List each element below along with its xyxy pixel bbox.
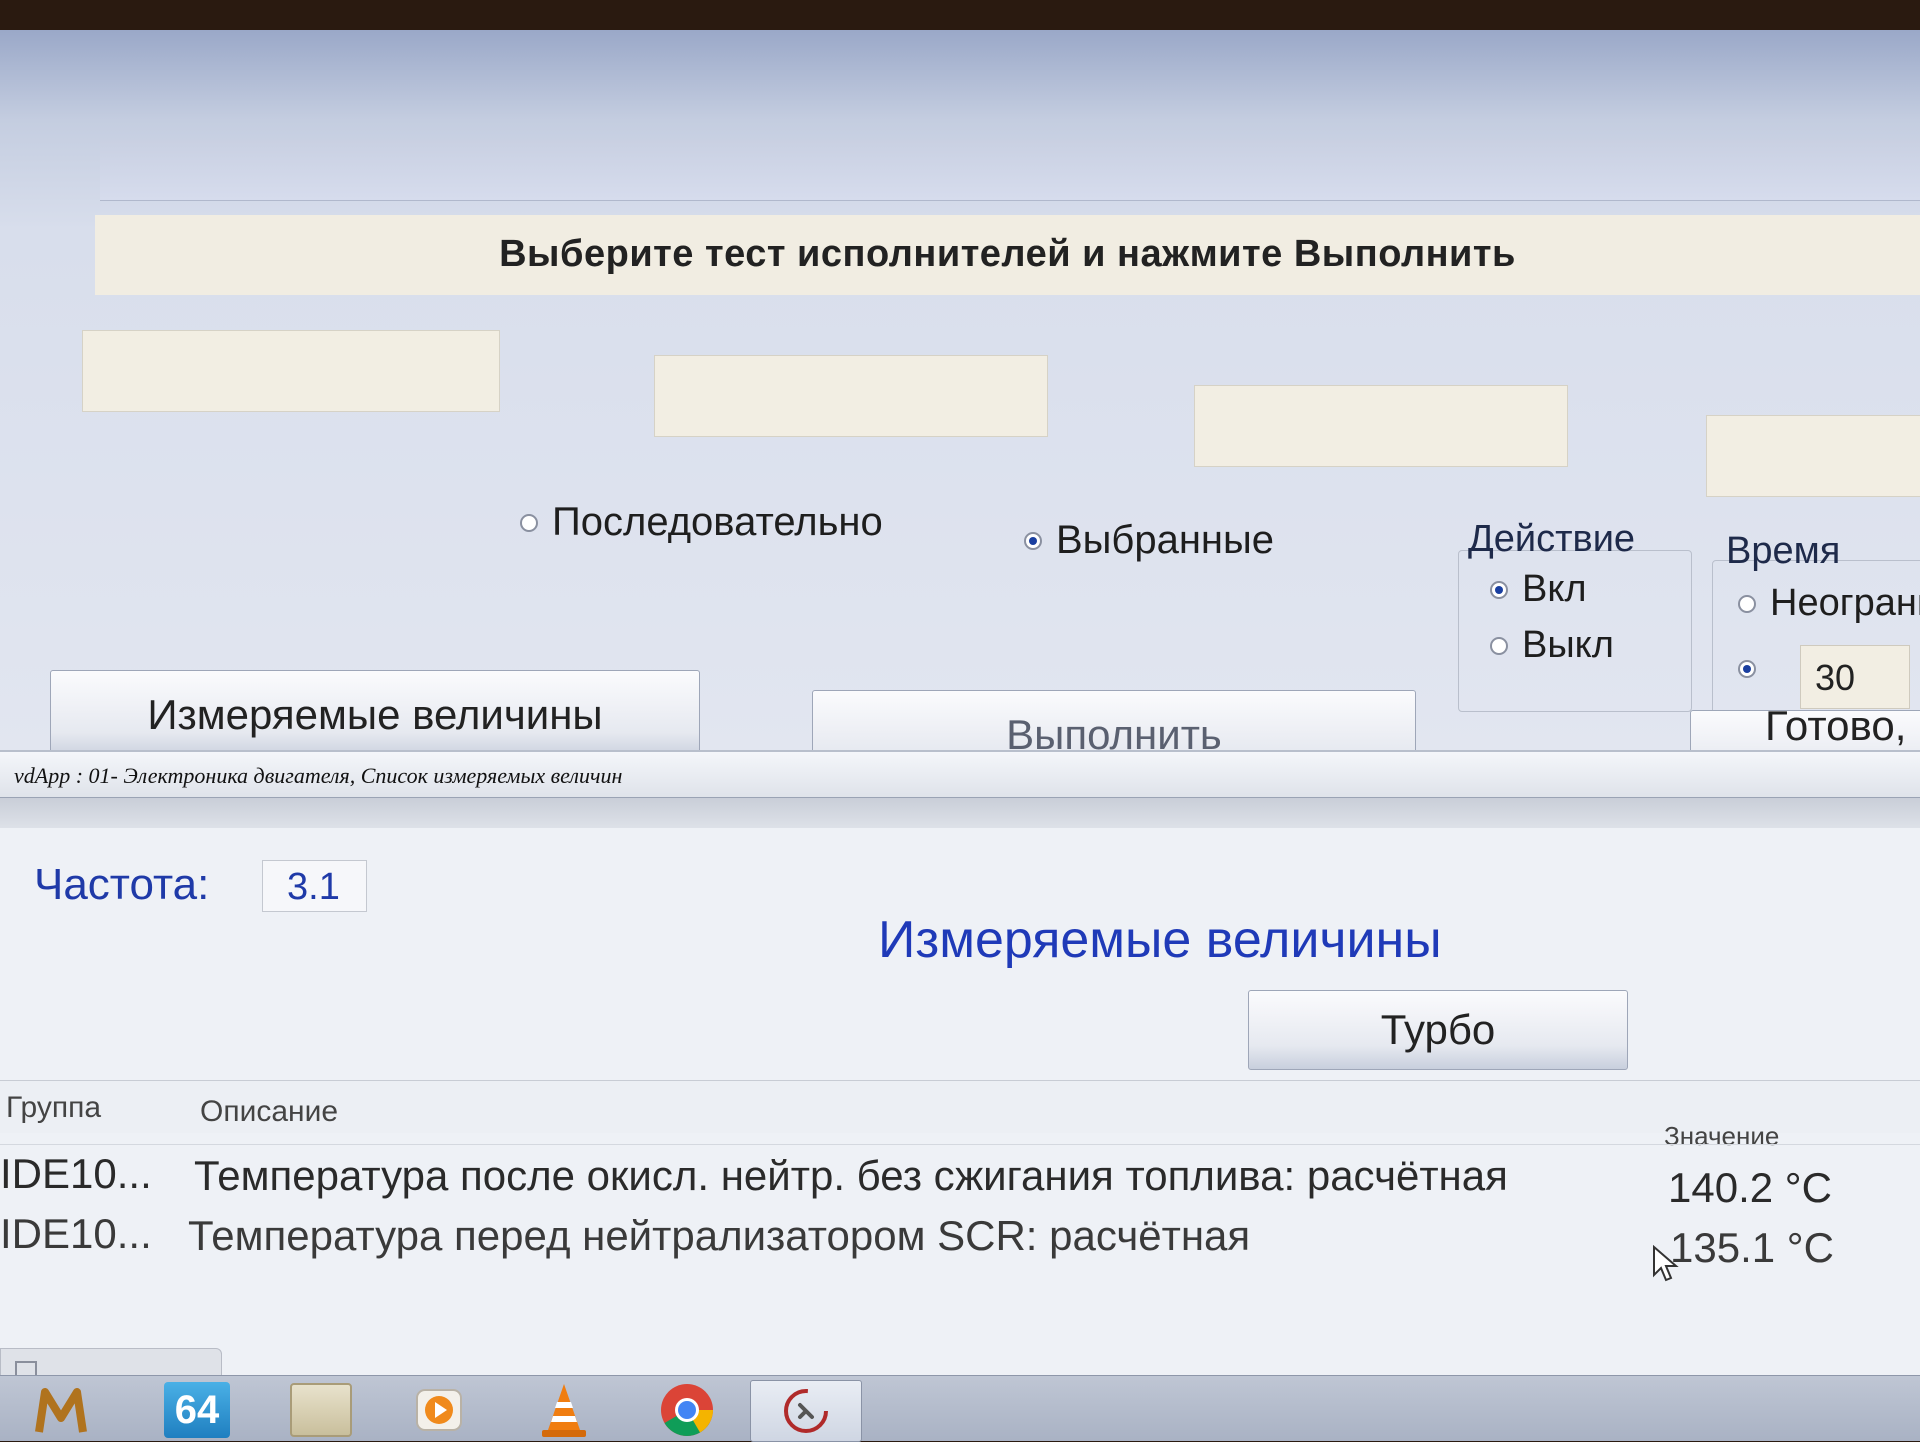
table-row[interactable]: IDE10... Температура перед нейтрализатор…	[0, 1210, 1920, 1271]
table-row[interactable]: IDE10... Температура после окисл. нейтр.…	[0, 1150, 1920, 1211]
time-unlimited-label: Неограни	[1770, 582, 1920, 624]
mode-sequential-label: Последовательно	[552, 500, 883, 544]
card-app-icon[interactable]	[282, 1380, 360, 1440]
table-header: Группа Описание Значение	[0, 1080, 1920, 1151]
time-unlimited-option[interactable]: Неограни	[1738, 582, 1920, 625]
actuator-slot-3[interactable]	[1194, 385, 1568, 467]
screen: Выберите тест исполнителей и нажмите Вып…	[0, 30, 1920, 1440]
m-app-glyph-icon	[35, 1388, 87, 1433]
action-on-radio[interactable]	[1490, 580, 1508, 599]
64-app-label: 64	[164, 1382, 230, 1438]
action-on-label: Вкл	[1522, 568, 1587, 610]
diagnostic-app-icon[interactable]	[750, 1380, 862, 1442]
time-unlimited-radio[interactable]	[1738, 594, 1756, 613]
mode-sequential-radio[interactable]	[520, 513, 538, 532]
mode-selected-radio[interactable]	[1024, 531, 1042, 550]
mouse-cursor-icon	[1653, 1245, 1679, 1282]
actuator-test-window: Выберите тест исполнителей и нажмите Вып…	[0, 30, 1920, 797]
media-player-icon[interactable]	[400, 1380, 478, 1440]
mode-selected-option[interactable]: Выбранные	[1024, 518, 1274, 563]
measured-window-toolbar	[0, 798, 1920, 828]
64-app-icon[interactable]: 64	[158, 1380, 236, 1440]
table-divider	[0, 1144, 1920, 1145]
row-group: IDE10...	[0, 1150, 152, 1197]
row-value: 135.1 °C	[1670, 1224, 1834, 1271]
actuator-slot-1[interactable]	[82, 330, 500, 412]
frequency-label: Частота:	[34, 860, 210, 909]
row-description: Температура перед нейтрализатором SCR: р…	[188, 1212, 1251, 1259]
measured-window-titlebar: vdApp : 01- Электроника двигателя, Списо…	[0, 750, 1920, 798]
action-off-label: Выкл	[1522, 624, 1614, 666]
time-seconds-input[interactable]: 30	[1800, 645, 1910, 709]
column-header-description[interactable]: Описание	[200, 1095, 338, 1129]
column-header-group[interactable]: Группа	[6, 1091, 101, 1125]
taskbar: 64	[0, 1375, 1920, 1442]
turbo-button[interactable]: Турбо	[1248, 990, 1628, 1070]
instruction-bar: Выберите тест исполнителей и нажмите Вып…	[95, 215, 1920, 295]
frequency-value: 3.1	[262, 860, 367, 912]
column-header-value[interactable]: Значение	[1664, 1121, 1779, 1152]
mode-selected-label: Выбранные	[1056, 518, 1275, 562]
time-group-title: Время	[1726, 530, 1841, 572]
actuator-slot-2[interactable]	[654, 355, 1048, 437]
actuator-slot-4[interactable]	[1706, 415, 1920, 497]
vlc-icon[interactable]	[525, 1380, 603, 1440]
row-description: Температура после окисл. нейтр. без сжиг…	[194, 1152, 1508, 1199]
vlc-cone-icon	[542, 1384, 586, 1437]
chrome-icon[interactable]	[648, 1380, 726, 1440]
time-limited-radio[interactable]	[1738, 660, 1756, 678]
section-title: Измеряемые величины	[878, 911, 1442, 969]
chrome-glyph-icon	[661, 1384, 713, 1436]
instruction-text: Выберите тест исполнителей и нажмите Вып…	[499, 233, 1516, 275]
mode-sequential-option[interactable]: Последовательно	[520, 500, 883, 545]
m-app-icon[interactable]	[22, 1380, 100, 1440]
action-on-option[interactable]: Вкл	[1490, 568, 1587, 611]
row-value: 140.2 °C	[1668, 1164, 1832, 1211]
row-group: IDE10...	[0, 1210, 152, 1257]
measured-values-button[interactable]: Измеряемые величины	[50, 670, 700, 760]
time-limited-option[interactable]	[1738, 660, 1756, 678]
actuator-window-titlebar	[100, 140, 1920, 201]
action-off-option[interactable]: Выкл	[1490, 624, 1614, 667]
media-player-glyph-icon	[416, 1389, 462, 1431]
measured-values-window: vdApp : 01- Электроника двигателя, Списо…	[0, 750, 1920, 1440]
action-group-title: Действие	[1468, 518, 1636, 560]
card-app-glyph-icon	[290, 1383, 352, 1437]
diagnostic-app-glyph-icon	[784, 1389, 828, 1433]
action-off-radio[interactable]	[1490, 636, 1508, 655]
